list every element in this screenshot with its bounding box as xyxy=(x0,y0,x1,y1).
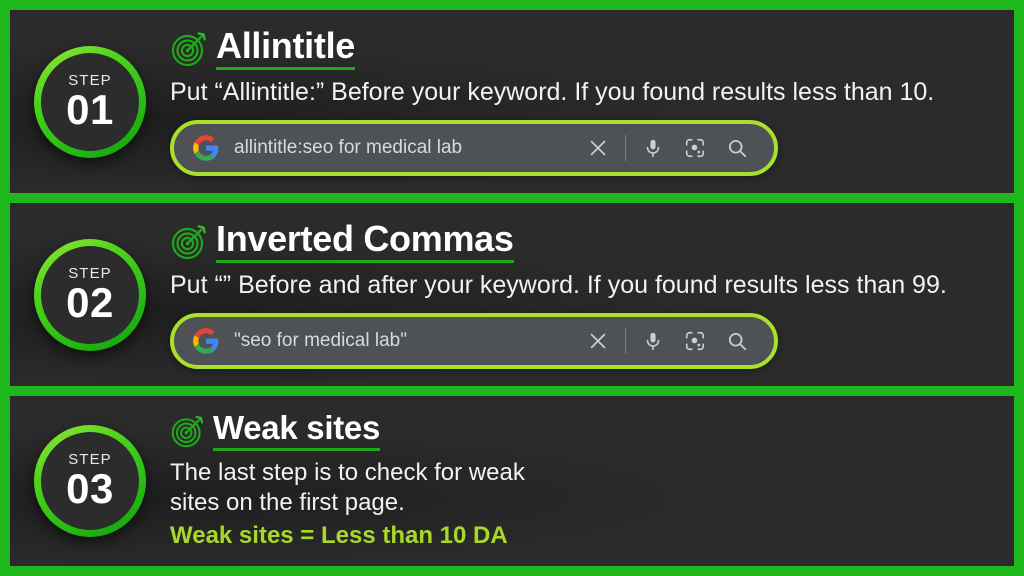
steps-infographic: STEP 01 Allintitle Put “Allintitle:” Bef… xyxy=(0,0,1024,576)
step-content-1: Allintitle Put “Allintitle:” Before your… xyxy=(170,26,1014,177)
step-panel-2: STEP 02 Inverted Commas Put “” Before an… xyxy=(10,203,1014,386)
step-number-label: 02 xyxy=(66,278,114,326)
step-heading-row-1: Allintitle xyxy=(170,26,998,71)
target-dart-icon xyxy=(171,416,204,448)
step-title-3: Weak sites xyxy=(213,410,380,452)
google-lens-icon[interactable] xyxy=(674,320,716,362)
step-title-2: Inverted Commas xyxy=(216,219,514,264)
search-query-text[interactable]: allintitle:seo for medical lab xyxy=(234,137,577,159)
step-panel-1: STEP 01 Allintitle Put “Allintitle:” Bef… xyxy=(10,10,1014,193)
step-subtitle-2: Put “” Before and after your keyword. If… xyxy=(170,271,947,300)
step-badge-circle: STEP 02 xyxy=(34,239,146,351)
step-content-2: Inverted Commas Put “” Before and after … xyxy=(170,219,1014,370)
step-panel-3: STEP 03 Weak sites The last step is to c… xyxy=(10,396,1014,566)
step-badge-2: STEP 02 xyxy=(10,239,170,351)
target-dart-icon xyxy=(171,32,206,67)
step-number-label: 01 xyxy=(66,85,114,133)
step-subtitle-3: The last step is to check for weak sites… xyxy=(170,459,525,517)
pill-divider xyxy=(625,135,626,162)
step-badge-1: STEP 01 xyxy=(10,46,170,158)
search-icon[interactable] xyxy=(716,320,758,362)
step-heading-row-2: Inverted Commas xyxy=(170,219,998,264)
pill-divider xyxy=(625,328,626,355)
step-heading-row-3: Weak sites xyxy=(170,410,998,452)
target-dart-icon xyxy=(171,225,206,260)
step-title-1: Allintitle xyxy=(216,26,355,71)
step-content-3: Weak sites The last step is to check for… xyxy=(170,410,1014,550)
google-logo xyxy=(193,328,219,354)
step-subtitle-1: Put “Allintitle:” Before your keyword. I… xyxy=(170,78,935,107)
google-lens-icon[interactable] xyxy=(674,127,716,169)
microphone-icon[interactable] xyxy=(632,320,674,362)
step-badge-circle: STEP 03 xyxy=(34,425,146,537)
microphone-icon[interactable] xyxy=(632,127,674,169)
google-logo xyxy=(193,135,219,161)
step-number-label: 03 xyxy=(66,465,114,512)
google-search-bar-2[interactable]: "seo for medical lab" xyxy=(170,313,778,370)
weak-sites-definition: Weak sites = Less than 10 DA xyxy=(170,521,508,549)
step-badge-3: STEP 03 xyxy=(10,425,170,537)
close-icon[interactable] xyxy=(577,127,619,169)
search-query-text[interactable]: "seo for medical lab" xyxy=(234,330,577,352)
step-badge-circle: STEP 01 xyxy=(34,46,146,158)
search-icon[interactable] xyxy=(716,127,758,169)
google-search-bar-1[interactable]: allintitle:seo for medical lab xyxy=(170,120,778,177)
close-icon[interactable] xyxy=(577,320,619,362)
